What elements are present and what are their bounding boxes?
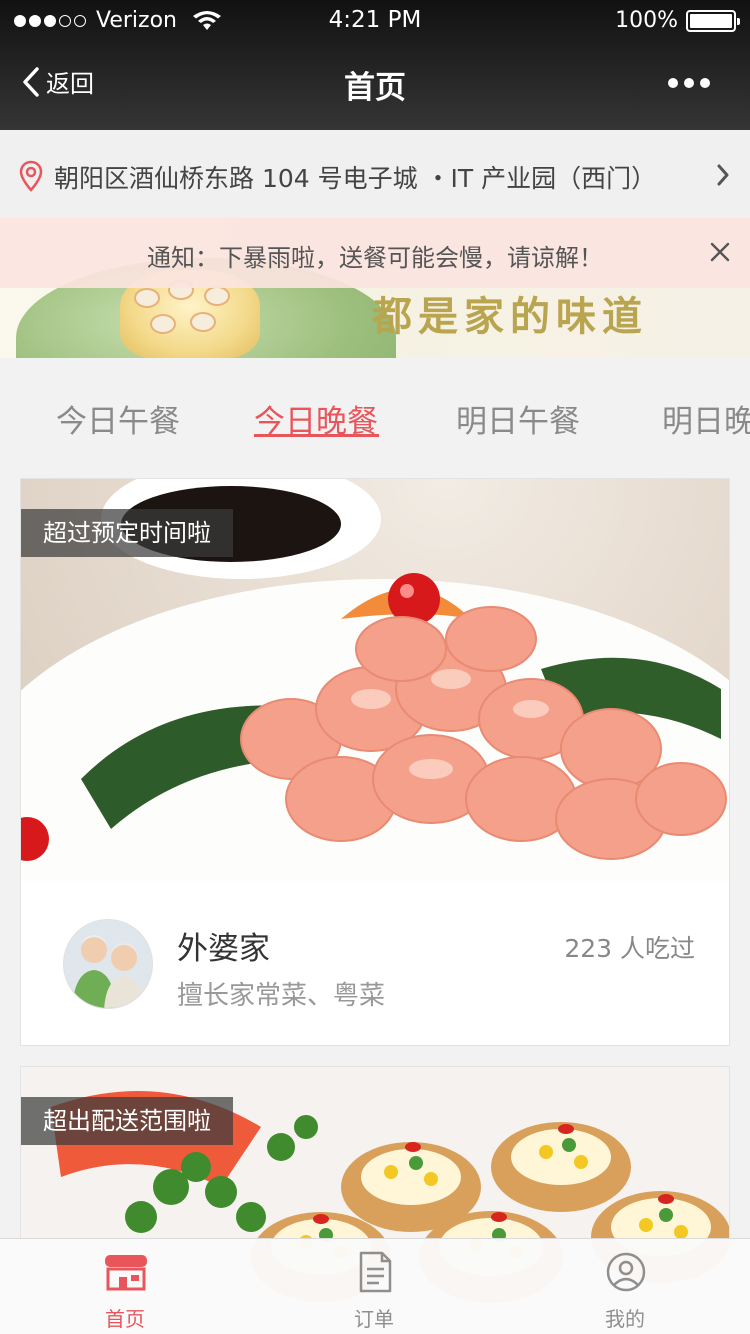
meal-tabs: 今日午餐 今日晚餐 明日午餐 明日晚餐 xyxy=(0,358,750,468)
tab-orders[interactable]: 订单 xyxy=(314,1239,434,1334)
restaurant-info: 外婆家 擅长家常菜、粤菜 223 人吃过 xyxy=(21,881,729,1045)
user-icon xyxy=(606,1252,646,1292)
more-options-button[interactable] xyxy=(668,78,710,88)
restaurant-name: 外婆家 xyxy=(177,931,270,967)
tab-today-lunch[interactable]: 今日午餐 xyxy=(56,396,180,441)
restaurant-card[interactable]: 超过预定时间啦 外婆家 擅长家常菜、粤菜 223 人吃过 xyxy=(20,478,730,1046)
tab-home[interactable]: 首页 xyxy=(65,1239,185,1334)
dish-photo: 超过预定时间啦 xyxy=(21,479,729,881)
close-icon[interactable] xyxy=(708,240,732,264)
nav-bar: 返回 首页 xyxy=(0,40,750,130)
tab-orders-label: 订单 xyxy=(354,1307,394,1331)
notice-bar: 通知：下暴雨啦，送餐可能会慢，请谅解！ xyxy=(0,218,750,288)
diner-count: 223 人吃过 xyxy=(564,934,695,963)
bottom-tab-bar: 首页 订单 我的 xyxy=(0,1238,750,1334)
tab-home-label: 首页 xyxy=(105,1307,145,1331)
address-text: 朝阳区酒仙桥东路 104 号电子城 ・IT 产业园（西门） xyxy=(54,164,657,193)
restaurant-specialty: 擅长家常菜、粤菜 xyxy=(177,981,386,1011)
tab-profile[interactable]: 我的 xyxy=(565,1239,685,1334)
battery-percent: 100% xyxy=(615,8,678,33)
status-bar: Verizon 4:21 PM 100% xyxy=(0,0,750,40)
tab-tomorrow-lunch[interactable]: 明日午餐 xyxy=(456,396,580,441)
notice-text: 通知：下暴雨啦，送餐可能会慢，请谅解！ xyxy=(147,244,603,272)
battery-status: 100% xyxy=(615,8,740,33)
app-header: Verizon 4:21 PM 100% 返回 首页 xyxy=(0,0,750,130)
page-title: 首页 xyxy=(344,70,406,106)
chevron-right-icon xyxy=(717,164,729,186)
tab-tomorrow-dinner[interactable]: 明日晚餐 xyxy=(662,396,750,441)
active-tab-indicator xyxy=(254,434,379,437)
status-badge: 超过预定时间啦 xyxy=(21,509,233,557)
tab-profile-label: 我的 xyxy=(605,1307,645,1331)
banner-slogan: 都是家的味道 xyxy=(372,293,648,340)
battery-icon xyxy=(686,9,740,32)
document-icon xyxy=(359,1251,392,1293)
status-badge: 超出配送范围啦 xyxy=(21,1097,233,1145)
store-icon xyxy=(105,1255,147,1291)
more-dots-icon xyxy=(668,78,678,88)
restaurant-avatar xyxy=(63,919,153,1009)
delivery-address-bar[interactable]: 朝阳区酒仙桥东路 104 号电子城 ・IT 产业园（西门） xyxy=(0,130,750,220)
location-pin-icon xyxy=(19,160,43,192)
